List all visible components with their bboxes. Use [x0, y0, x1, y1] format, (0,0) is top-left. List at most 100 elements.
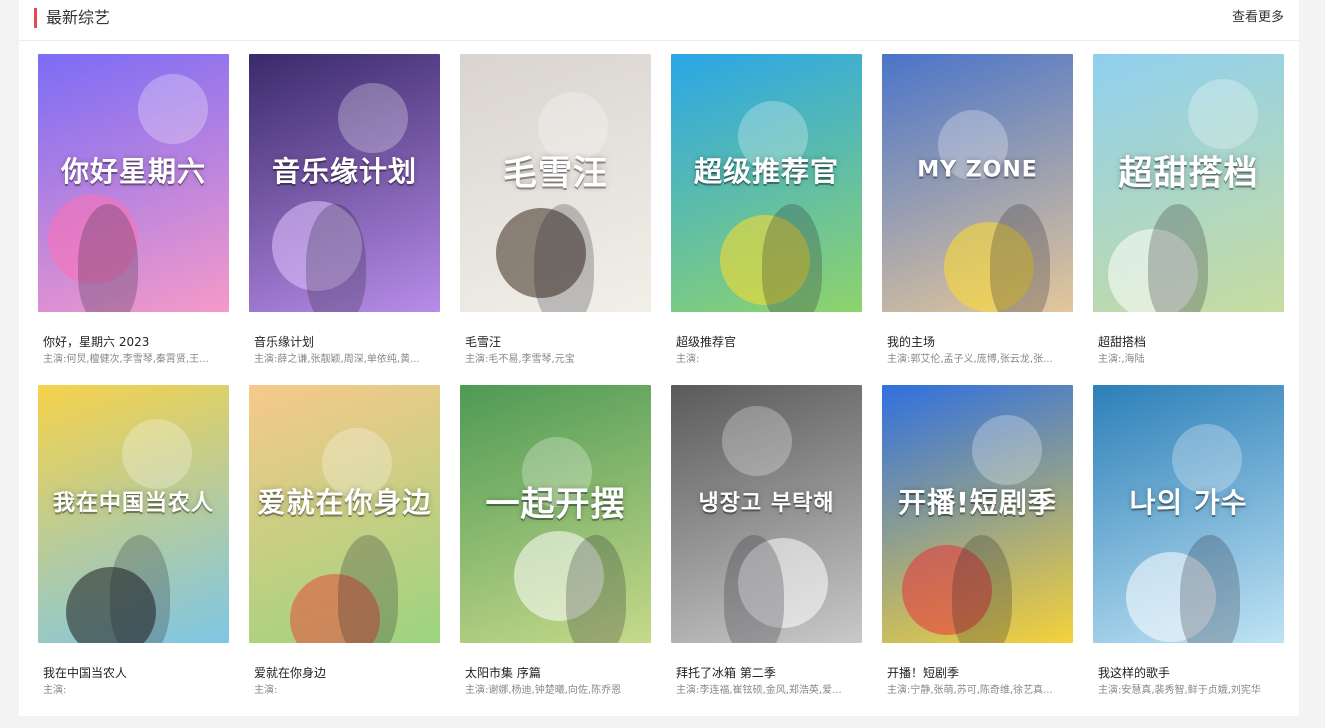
variety-card[interactable]: 超甜搭档 超甜搭档 主演:,海陆 — [1093, 54, 1284, 385]
card-cast: 主演:郭艾伦,孟子义,庞博,张云龙,张... — [887, 353, 1057, 367]
cast-label: 主演: — [43, 354, 67, 365]
poster-title-art: 你好星期六 — [60, 155, 207, 189]
poster-figure — [990, 204, 1050, 312]
variety-card[interactable]: 开播!短剧季 开播！短剧季 主演:宁静,张萌,苏可,陈奇维,徐艺真... — [882, 385, 1073, 716]
poster-figure — [110, 535, 170, 643]
poster-decoration — [138, 74, 208, 144]
poster-title-art: 爱就在你身边 — [257, 486, 432, 520]
poster-image[interactable]: 超甜搭档 — [1093, 54, 1284, 312]
poster-decoration — [122, 419, 192, 489]
poster-figure — [306, 204, 366, 312]
variety-card[interactable]: 超级推荐官 超级推荐官 主演: — [671, 54, 862, 385]
poster-figure — [1180, 535, 1240, 643]
poster-decoration — [1188, 79, 1258, 149]
section-header: 最新综艺 查看更多 — [19, 0, 1299, 41]
poster-figure — [952, 535, 1012, 643]
poster-title-art: 超甜搭档 — [1118, 153, 1259, 194]
variety-card[interactable]: 爱就在你身边 爱就在你身边 主演: — [249, 385, 440, 716]
card-cast: 主演:薛之谦,张靓颖,周深,单依纯,黄... — [254, 353, 424, 367]
card-cast: 主演: — [676, 353, 846, 367]
card-cast: 主演:谢娜,杨迪,钟楚曦,向佐,陈乔恩 — [465, 684, 635, 698]
view-more-link[interactable]: 查看更多 — [1232, 8, 1284, 28]
poster-image[interactable]: 开播!短剧季 — [882, 385, 1073, 643]
card-title[interactable]: 音乐缘计划 — [254, 334, 434, 350]
cast-label: 主演: — [1098, 354, 1122, 365]
variety-section: 最新综艺 查看更多 你好星期六 你好，星期六 2023 主演:何炅,檀健次,李雪琴,… — [19, 0, 1299, 716]
poster-title-art: 毛雪汪 — [503, 153, 608, 194]
poster-figure — [78, 204, 138, 312]
poster-title-art: 音乐缘计划 — [271, 155, 418, 189]
poster-title-art: 开播!短剧季 — [898, 486, 1057, 520]
card-cast: 主演:安慧真,裴秀智,鲜于贞娥,刘宪华 — [1098, 684, 1268, 698]
card-title[interactable]: 太阳市集 序篇 — [465, 665, 645, 681]
poster-image[interactable]: 我在中国当农人 — [38, 385, 229, 643]
variety-grid: 你好星期六 你好，星期六 2023 主演:何炅,檀健次,李雪琴,秦霄贤,王... 音乐… — [38, 54, 1284, 716]
poster-figure — [566, 535, 626, 643]
poster-title-art: 一起开摆 — [485, 484, 626, 525]
cast-label: 主演: — [676, 354, 700, 365]
poster-image[interactable]: 超级推荐官 — [671, 54, 862, 312]
cast-names: 谢娜,杨迪,钟楚曦,向佐,陈乔恩 — [488, 685, 622, 696]
cast-label: 主演: — [465, 685, 489, 696]
title-accent-bar — [34, 8, 37, 28]
card-title[interactable]: 我的主场 — [887, 334, 1067, 350]
card-cast: 主演:毛不易,李雪琴,元宝 — [465, 353, 635, 367]
card-title[interactable]: 超级推荐官 — [676, 334, 856, 350]
cast-names: ,海陆 — [1121, 354, 1145, 365]
poster-decoration — [338, 83, 408, 153]
poster-image[interactable]: 音乐缘计划 — [249, 54, 440, 312]
variety-card[interactable]: 一起开摆 太阳市集 序篇 主演:谢娜,杨迪,钟楚曦,向佐,陈乔恩 — [460, 385, 651, 716]
poster-decoration — [722, 406, 792, 476]
variety-card[interactable]: 나의 가수 我这样的歌手 主演:安慧真,裴秀智,鲜于贞娥,刘宪华 — [1093, 385, 1284, 716]
variety-card[interactable]: MY ZONE 我的主场主演:郭艾伦,孟子义,庞博,张云龙,张... — [882, 54, 1073, 385]
card-title[interactable]: 我这样的歌手 — [1098, 665, 1278, 681]
cast-names: 何炅,檀健次,李雪琴,秦霄贤,王... — [66, 354, 209, 365]
cast-label: 主演: — [254, 685, 278, 696]
variety-card[interactable]: 音乐缘计划 音乐缘计划 主演:薛之谦,张靓颖,周深,单依纯,黄... — [249, 54, 440, 385]
cast-names: 薛之谦,张靓颖,周深,单依纯,黄... — [277, 354, 420, 365]
poster-image[interactable]: 냉장고 부탁해 — [671, 385, 862, 643]
cast-names: 李连福,崔铉硕,金风,郑浩英,爱... — [699, 685, 842, 696]
cast-names: 安慧真,裴秀智,鲜于贞娥,刘宪华 — [1121, 685, 1261, 696]
card-cast: 主演:宁静,张萌,苏可,陈奇维,徐艺真... — [887, 684, 1057, 698]
section-title: 最新综艺 — [46, 8, 111, 27]
cast-names: 宁静,张萌,苏可,陈奇维,徐艺真... — [910, 685, 1053, 696]
cast-label: 主演: — [465, 354, 489, 365]
poster-title-art: 냉장고 부탁해 — [698, 491, 835, 517]
cast-label: 主演: — [887, 354, 911, 365]
cast-label: 主演: — [887, 685, 911, 696]
card-title[interactable]: 爱就在你身边 — [254, 665, 434, 681]
poster-figure — [338, 535, 398, 643]
card-title[interactable]: 超甜搭档 — [1098, 334, 1278, 350]
cast-label: 主演: — [676, 685, 700, 696]
card-title[interactable]: 开播！短剧季 — [887, 665, 1067, 681]
card-title[interactable]: 拜托了冰箱 第二季 — [676, 665, 856, 681]
card-cast: 主演:李连福,崔铉硕,金风,郑浩英,爱... — [676, 684, 846, 698]
card-cast: 主演:,海陆 — [1098, 353, 1268, 367]
cast-label: 主演: — [254, 354, 278, 365]
variety-card[interactable]: 我在中国当农人 我在中国当农人 主演: — [38, 385, 229, 716]
poster-figure — [1148, 204, 1208, 312]
poster-image[interactable]: 一起开摆 — [460, 385, 651, 643]
card-title[interactable]: 毛雪汪 — [465, 334, 645, 350]
poster-title-art: 나의 가수 — [1129, 486, 1248, 520]
variety-card[interactable]: 냉장고 부탁해 拜托了冰箱 第二季 主演:李连福,崔铉硕,金风,郑浩英,爱... — [671, 385, 862, 716]
cast-names: 郭艾伦,孟子义,庞博,张云龙,张... — [910, 354, 1053, 365]
poster-image[interactable]: 爱就在你身边 — [249, 385, 440, 643]
card-cast: 主演: — [254, 684, 424, 698]
variety-card[interactable]: 毛雪汪 毛雪汪 主演:毛不易,李雪琴,元宝 — [460, 54, 651, 385]
poster-image[interactable]: MY ZONE — [882, 54, 1073, 312]
cast-label: 主演: — [43, 685, 67, 696]
poster-image[interactable]: 나의 가수 — [1093, 385, 1284, 643]
card-title[interactable]: 你好，星期六 2023 — [43, 334, 223, 350]
poster-figure — [534, 204, 594, 312]
cast-label: 主演: — [1098, 685, 1122, 696]
cast-names: 毛不易,李雪琴,元宝 — [488, 354, 575, 365]
variety-card[interactable]: 你好星期六你好，星期六 2023 主演:何炅,檀健次,李雪琴,秦霄贤,王... — [38, 54, 229, 385]
poster-figure — [762, 204, 822, 312]
card-title[interactable]: 我在中国当农人 — [43, 665, 223, 681]
poster-image[interactable]: 毛雪汪 — [460, 54, 651, 312]
poster-image[interactable]: 你好星期六 — [38, 54, 229, 312]
poster-figure — [724, 535, 784, 643]
card-cast: 主演:何炅,檀健次,李雪琴,秦霄贤,王... — [43, 353, 213, 367]
